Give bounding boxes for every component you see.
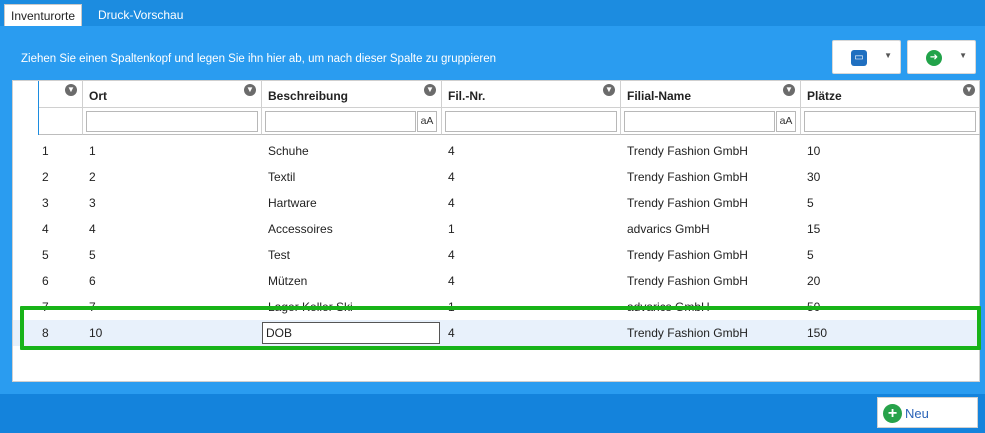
table-row[interactable]: 6 6 Mützen 4 Trendy Fashion GmbH 20: [13, 268, 980, 294]
cell-filialname[interactable]: Trendy Fashion GmbH: [624, 164, 748, 190]
filter-cell-beschreibung: aA: [262, 108, 442, 135]
filter-icon[interactable]: ▼: [603, 84, 615, 96]
tab-strip: Inventurorte Druck-Vorschau: [0, 0, 985, 26]
filter-icon[interactable]: ▼: [963, 84, 975, 96]
filter-cell-row: [39, 108, 83, 135]
tab-inventurorte[interactable]: Inventurorte: [4, 4, 83, 26]
cell-beschreibung[interactable]: Hartware: [265, 190, 317, 216]
filter-icon[interactable]: ▼: [65, 84, 77, 96]
table-row[interactable]: 1 1 Schuhe 4 Trendy Fashion GmbH 10: [13, 138, 980, 164]
cell-ort[interactable]: 6: [86, 268, 96, 294]
cell-plaetze[interactable]: 15: [804, 216, 820, 242]
cell-filnr[interactable]: 4: [445, 268, 455, 294]
export-button[interactable]: ➜ ▼: [907, 40, 976, 74]
cell-beschreibung[interactable]: Mützen: [265, 268, 307, 294]
cell-filialname[interactable]: Trendy Fashion GmbH: [624, 138, 748, 164]
row-highlight-annotation: [20, 306, 981, 350]
filter-input-ort[interactable]: [86, 111, 258, 132]
chevron-down-icon[interactable]: ▼: [959, 51, 967, 60]
tab-druck-vorschau[interactable]: Druck-Vorschau: [92, 4, 189, 26]
chevron-down-icon[interactable]: ▼: [884, 51, 892, 60]
row-number: 1: [42, 144, 49, 158]
table-row[interactable]: 3 3 Hartware 4 Trendy Fashion GmbH 5: [13, 190, 980, 216]
cell-plaetze[interactable]: 20: [804, 268, 820, 294]
case-sensitive-toggle[interactable]: aA: [776, 111, 796, 132]
column-header-label: Filial-Name: [627, 89, 692, 103]
cell-filialname[interactable]: Trendy Fashion GmbH: [624, 190, 748, 216]
cell-filnr[interactable]: 4: [445, 242, 455, 268]
case-sensitive-toggle[interactable]: aA: [417, 111, 437, 132]
filter-cell-plaetze: [801, 108, 980, 135]
row-number: 5: [42, 248, 49, 262]
filter-input-beschreibung[interactable]: [265, 111, 416, 132]
filter-icon[interactable]: ▼: [244, 84, 256, 96]
filter-input-filialname[interactable]: [624, 111, 775, 132]
cell-beschreibung[interactable]: Schuhe: [265, 138, 309, 164]
cell-ort[interactable]: 4: [86, 216, 96, 242]
new-button-label: Neu: [905, 406, 929, 421]
column-header-label: Beschreibung: [268, 89, 349, 103]
filter-icon[interactable]: ▼: [783, 84, 795, 96]
column-header-filnr[interactable]: Fil.-Nr. ▼: [442, 81, 621, 108]
export-icon: ➜: [926, 50, 942, 66]
filter-cell-filialname: aA: [621, 108, 801, 135]
cell-filialname[interactable]: Trendy Fashion GmbH: [624, 242, 748, 268]
bottom-bar: [0, 394, 985, 433]
row-number: 3: [42, 196, 49, 210]
add-icon: +: [883, 404, 902, 423]
cell-filnr[interactable]: 4: [445, 190, 455, 216]
table-row[interactable]: 5 5 Test 4 Trendy Fashion GmbH 5: [13, 242, 980, 268]
column-header-ort[interactable]: Ort ▼: [83, 81, 262, 108]
column-header-filialname[interactable]: Filial-Name ▼: [621, 81, 801, 108]
cell-beschreibung[interactable]: Accessoires: [265, 216, 333, 242]
cell-ort[interactable]: 3: [86, 190, 96, 216]
filter-icon[interactable]: ▼: [424, 84, 436, 96]
cell-ort[interactable]: 2: [86, 164, 96, 190]
table-row[interactable]: 4 4 Accessoires 1 advarics GmbH 15: [13, 216, 980, 242]
filter-cell-ort: [83, 108, 262, 135]
cell-beschreibung[interactable]: Textil: [265, 164, 295, 190]
row-number: 4: [42, 222, 49, 236]
row-number: 2: [42, 170, 49, 184]
cell-plaetze[interactable]: 5: [804, 190, 814, 216]
print-button[interactable]: ▭ ▼: [832, 40, 901, 74]
cell-plaetze[interactable]: 30: [804, 164, 820, 190]
column-header-beschreibung[interactable]: Beschreibung ▼: [262, 81, 442, 108]
cell-filnr[interactable]: 1: [445, 216, 455, 242]
column-header-label: Fil.-Nr.: [448, 89, 486, 103]
cell-filnr[interactable]: 4: [445, 164, 455, 190]
filter-cell-filnr: [442, 108, 621, 135]
column-header-row[interactable]: ▼: [39, 81, 83, 108]
cell-ort[interactable]: 5: [86, 242, 96, 268]
column-header-label: Plätze: [807, 89, 842, 103]
row-number: 6: [42, 274, 49, 288]
new-button[interactable]: + Neu: [877, 397, 978, 428]
printer-icon: ▭: [851, 50, 867, 66]
filter-input-plaetze[interactable]: [804, 111, 976, 132]
filter-input-filnr[interactable]: [445, 111, 617, 132]
table-row[interactable]: 2 2 Textil 4 Trendy Fashion GmbH 30: [13, 164, 980, 190]
cell-beschreibung[interactable]: Test: [265, 242, 290, 268]
cell-filialname[interactable]: Trendy Fashion GmbH: [624, 268, 748, 294]
column-header-plaetze[interactable]: Plätze ▼: [801, 81, 980, 108]
cell-plaetze[interactable]: 5: [804, 242, 814, 268]
cell-filialname[interactable]: advarics GmbH: [624, 216, 710, 242]
row-indicator-header: [13, 81, 39, 135]
column-header-label: Ort: [89, 89, 107, 103]
cell-plaetze[interactable]: 10: [804, 138, 820, 164]
cell-ort[interactable]: 1: [86, 138, 96, 164]
cell-filnr[interactable]: 4: [445, 138, 455, 164]
